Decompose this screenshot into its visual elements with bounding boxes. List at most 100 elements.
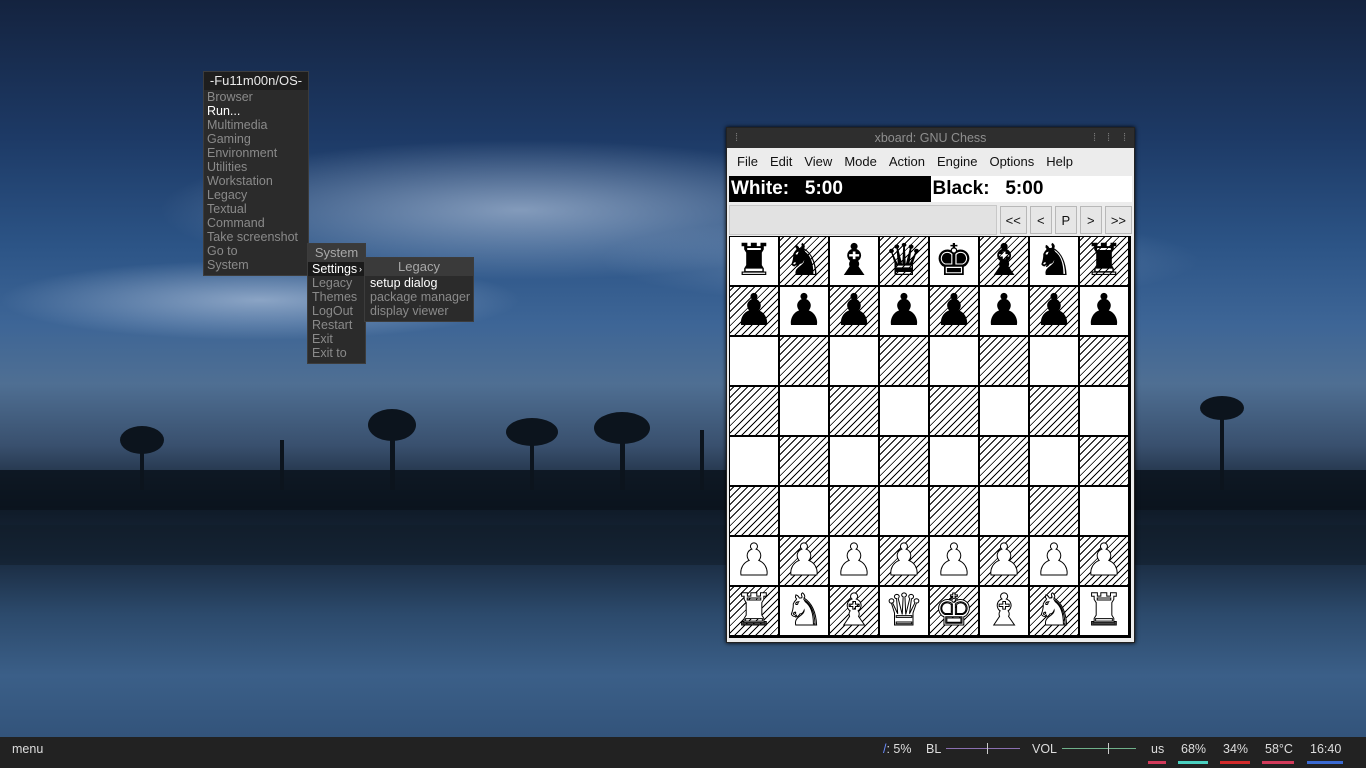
square-h8[interactable]: ♜ bbox=[1080, 237, 1128, 285]
root-menu-item-system[interactable]: System bbox=[204, 258, 308, 272]
root-menu-item-workstation[interactable]: Workstation bbox=[204, 174, 308, 188]
white-pawn-icon[interactable]: ♟ bbox=[784, 536, 824, 585]
square-c7[interactable]: ♟ bbox=[830, 287, 878, 335]
square-g2[interactable]: ♟ bbox=[1030, 536, 1078, 585]
square-d5[interactable] bbox=[880, 387, 928, 435]
system-menu-item-restart[interactable]: Restart bbox=[308, 318, 365, 332]
forward-button[interactable]: > bbox=[1079, 206, 1102, 234]
root-menu-item-browser[interactable]: Browser bbox=[204, 90, 308, 104]
square-f8[interactable]: ♝ bbox=[980, 237, 1028, 285]
square-c5[interactable] bbox=[830, 387, 878, 435]
square-e8[interactable]: ♚ bbox=[930, 237, 978, 285]
square-c1[interactable]: ♝ bbox=[830, 586, 878, 635]
white-pawn-icon[interactable]: ♟ bbox=[1034, 536, 1074, 585]
system-menu-item-exit-to[interactable]: Exit to bbox=[308, 346, 365, 360]
menu-button[interactable]: menu bbox=[12, 737, 43, 761]
square-g8[interactable]: ♞ bbox=[1030, 237, 1078, 285]
menu-file[interactable]: File bbox=[737, 154, 758, 169]
menu-mode[interactable]: Mode bbox=[844, 154, 877, 169]
black-pawn-icon[interactable]: ♟ bbox=[984, 287, 1023, 335]
square-a5[interactable] bbox=[730, 387, 778, 435]
square-e7[interactable]: ♟ bbox=[930, 287, 978, 335]
square-a4[interactable] bbox=[730, 437, 778, 485]
black-pawn-icon[interactable]: ♟ bbox=[1084, 287, 1123, 335]
legacy-menu-item-setup-dialog[interactable]: setup dialog bbox=[365, 276, 473, 290]
black-pawn-icon[interactable]: ♟ bbox=[834, 287, 873, 335]
square-c2[interactable]: ♟ bbox=[830, 536, 878, 585]
square-e2[interactable]: ♟ bbox=[930, 536, 978, 585]
square-b5[interactable] bbox=[780, 387, 828, 435]
square-d6[interactable] bbox=[880, 337, 928, 385]
legacy-menu-item-package-manager[interactable]: package manager bbox=[365, 290, 473, 304]
black-knight-icon[interactable]: ♞ bbox=[1034, 237, 1073, 285]
white-knight-icon[interactable]: ♞ bbox=[1034, 586, 1074, 635]
black-knight-icon[interactable]: ♞ bbox=[784, 237, 823, 285]
clock[interactable]: 16:40 bbox=[1310, 737, 1341, 761]
square-b4[interactable] bbox=[780, 437, 828, 485]
square-b6[interactable] bbox=[780, 337, 828, 385]
white-rook-icon[interactable]: ♜ bbox=[1084, 586, 1124, 635]
menu-engine[interactable]: Engine bbox=[937, 154, 977, 169]
menu-action[interactable]: Action bbox=[889, 154, 925, 169]
menu-view[interactable]: View bbox=[804, 154, 832, 169]
root-menu-item-go-to[interactable]: Go to bbox=[204, 244, 308, 258]
volume-slider[interactable] bbox=[1062, 748, 1136, 749]
black-rook-icon[interactable]: ♜ bbox=[1084, 237, 1123, 285]
back-button[interactable]: < bbox=[1029, 206, 1052, 234]
black-bishop-icon[interactable]: ♝ bbox=[984, 237, 1023, 285]
volume-knob[interactable] bbox=[1107, 743, 1109, 754]
white-pawn-icon[interactable]: ♟ bbox=[984, 536, 1024, 585]
square-e4[interactable] bbox=[930, 437, 978, 485]
square-g5[interactable] bbox=[1030, 387, 1078, 435]
white-queen-icon[interactable]: ♛ bbox=[884, 586, 924, 635]
square-g1[interactable]: ♞ bbox=[1030, 586, 1078, 635]
square-b1[interactable]: ♞ bbox=[780, 586, 828, 635]
last-move-button[interactable]: >> bbox=[1104, 206, 1132, 234]
root-menu-item-textual[interactable]: Textual bbox=[204, 202, 308, 216]
white-pawn-icon[interactable]: ♟ bbox=[834, 536, 874, 585]
backlight-knob[interactable] bbox=[986, 743, 988, 754]
minimize-icon[interactable]: ⁞ bbox=[1093, 128, 1096, 148]
square-g6[interactable] bbox=[1030, 337, 1078, 385]
window-titlebar[interactable]: ⁞ xboard: GNU Chess ⁞ ⁞ ⁞ bbox=[727, 128, 1134, 148]
white-king-icon[interactable]: ♚ bbox=[934, 586, 974, 635]
black-pawn-icon[interactable]: ♟ bbox=[784, 287, 823, 335]
square-f3[interactable] bbox=[980, 487, 1028, 535]
pause-button[interactable]: P bbox=[1054, 206, 1077, 234]
square-h1[interactable]: ♜ bbox=[1080, 586, 1128, 635]
close-icon[interactable]: ⁞ bbox=[1123, 128, 1126, 148]
square-g3[interactable] bbox=[1030, 487, 1078, 535]
square-h4[interactable] bbox=[1080, 437, 1128, 485]
black-pawn-icon[interactable]: ♟ bbox=[934, 287, 973, 335]
black-pawn-icon[interactable]: ♟ bbox=[1034, 287, 1073, 335]
keyboard-layout[interactable]: us bbox=[1151, 737, 1164, 761]
square-f7[interactable]: ♟ bbox=[980, 287, 1028, 335]
system-menu-item-themes[interactable]: Themes bbox=[308, 290, 365, 304]
chess-board[interactable]: ♜ ♞ ♝ ♛ ♚ ♝ ♞ ♜ ♟ ♟ ♟ ♟ ♟ ♟ ♟ ♟ ♟ ♟ ♟ ♟ ♟ ♟ ♟ ♟ ♜ ♞ ♝ ♛ ♚ ♝ ♞ ♜ bbox=[729, 236, 1131, 638]
white-pawn-icon[interactable]: ♟ bbox=[1084, 536, 1124, 585]
square-b8[interactable]: ♞ bbox=[780, 237, 828, 285]
white-bishop-icon[interactable]: ♝ bbox=[984, 586, 1024, 635]
square-a2[interactable]: ♟ bbox=[730, 536, 778, 585]
square-h5[interactable] bbox=[1080, 387, 1128, 435]
black-queen-icon[interactable]: ♛ bbox=[884, 237, 923, 285]
square-f1[interactable]: ♝ bbox=[980, 586, 1028, 635]
black-pawn-icon[interactable]: ♟ bbox=[734, 287, 773, 335]
square-d4[interactable] bbox=[880, 437, 928, 485]
black-king-icon[interactable]: ♚ bbox=[934, 237, 973, 285]
square-c4[interactable] bbox=[830, 437, 878, 485]
square-b3[interactable] bbox=[780, 487, 828, 535]
maximize-icon[interactable]: ⁞ bbox=[1107, 128, 1110, 148]
white-knight-icon[interactable]: ♞ bbox=[784, 586, 824, 635]
black-rook-icon[interactable]: ♜ bbox=[734, 237, 773, 285]
square-c3[interactable] bbox=[830, 487, 878, 535]
square-e3[interactable] bbox=[930, 487, 978, 535]
white-pawn-icon[interactable]: ♟ bbox=[934, 536, 974, 585]
first-move-button[interactable]: << bbox=[999, 206, 1027, 234]
square-c6[interactable] bbox=[830, 337, 878, 385]
square-d3[interactable] bbox=[880, 487, 928, 535]
root-menu-item-command[interactable]: Command bbox=[204, 216, 308, 230]
square-g7[interactable]: ♟ bbox=[1030, 287, 1078, 335]
square-e6[interactable] bbox=[930, 337, 978, 385]
white-bishop-icon[interactable]: ♝ bbox=[834, 586, 874, 635]
